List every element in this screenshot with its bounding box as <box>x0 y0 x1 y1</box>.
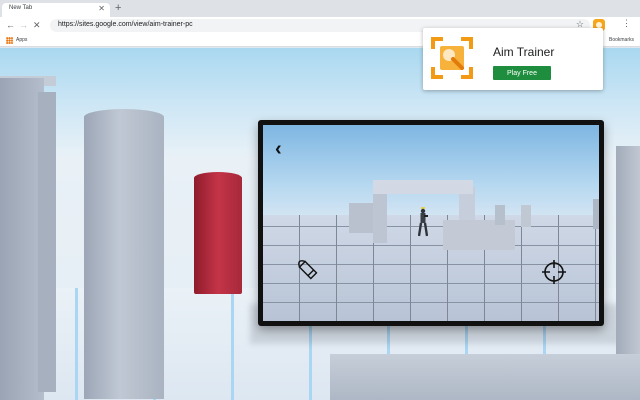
other-bookmarks[interactable]: Bookmarks <box>609 37 634 43</box>
aim-trainer-logo-icon <box>429 35 475 81</box>
preview-arch-top <box>373 180 473 194</box>
browser-tab[interactable]: New Tab ✕ <box>2 3 110 17</box>
new-tab-button[interactable]: + <box>115 2 121 14</box>
preview-slab <box>593 199 599 229</box>
left-slab <box>38 92 56 392</box>
center-pillar <box>84 109 164 399</box>
foreground-block <box>330 354 640 400</box>
promo-title: Aim Trainer <box>493 45 555 59</box>
phone-frame: ‹ <box>258 120 604 326</box>
preview-arch-left <box>373 187 387 243</box>
crosshair-icon[interactable] <box>541 259 567 285</box>
promo-card: Aim Trainer Play Free <box>423 28 603 90</box>
tab-strip: New Tab ✕ + <box>0 0 640 17</box>
apps-grid-icon[interactable] <box>6 37 13 44</box>
preview-slab <box>495 205 505 225</box>
right-pillar <box>616 146 640 356</box>
forward-button[interactable]: → <box>19 19 28 31</box>
preview-slab <box>521 205 531 227</box>
back-arrow-icon[interactable]: ‹ <box>275 139 282 159</box>
stop-reload-button[interactable]: ✕ <box>33 19 41 31</box>
url-text: https://sites.google.com/view/aim-traine… <box>58 21 193 28</box>
red-target-pillar <box>194 172 242 294</box>
bullet-icon[interactable] <box>293 255 323 285</box>
tab-title: New Tab <box>9 5 33 11</box>
browser-menu-icon[interactable]: ⋮ <box>622 18 631 29</box>
enemy-soldier-icon <box>418 207 428 237</box>
apps-bookmark[interactable]: Apps <box>16 37 27 43</box>
tab-close-icon[interactable]: ✕ <box>98 4 105 14</box>
play-free-button[interactable]: Play Free <box>493 66 551 80</box>
back-button[interactable]: ← <box>6 19 15 31</box>
game-preview-screen: ‹ <box>263 125 599 321</box>
